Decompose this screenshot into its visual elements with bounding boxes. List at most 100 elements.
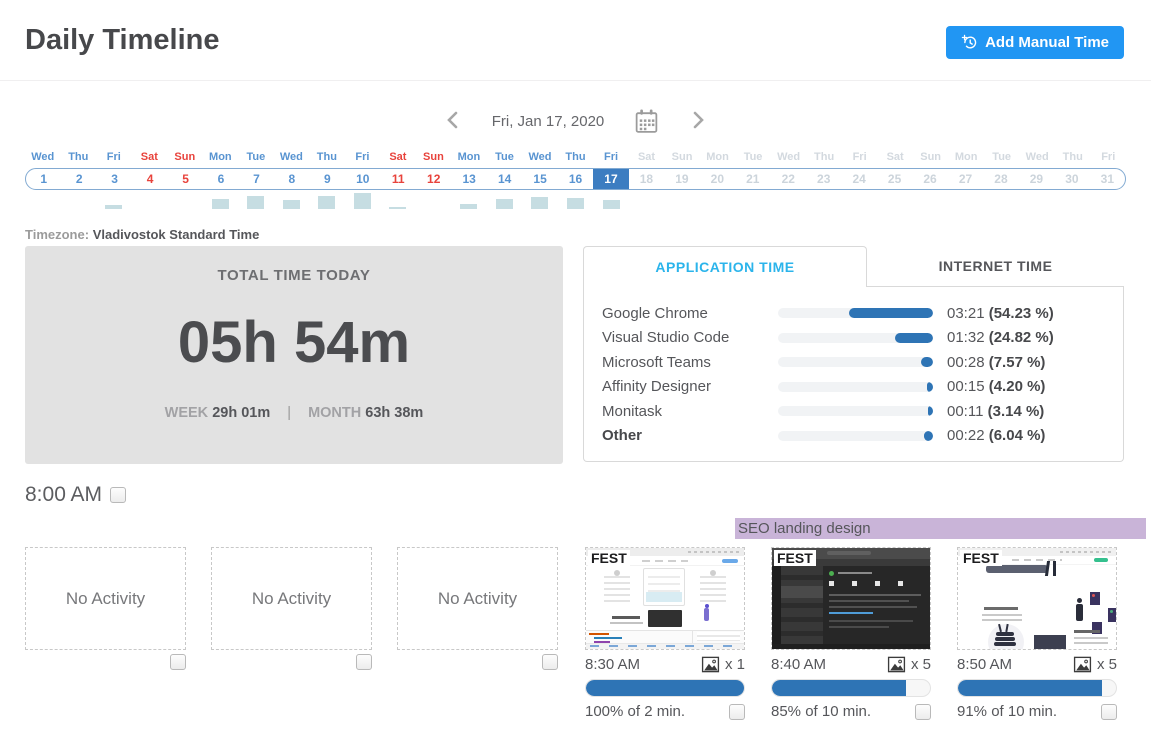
thumb-art — [1053, 561, 1056, 576]
calendar-day-14[interactable]: 14 — [487, 169, 522, 189]
calendar-day-5[interactable]: 5 — [168, 169, 203, 189]
calendar-day-17[interactable]: 17 — [593, 169, 628, 189]
calendar-day-22[interactable]: 22 — [771, 169, 806, 189]
calendar-day-1[interactable]: 1 — [26, 169, 61, 189]
tab-application-time[interactable]: APPLICATION TIME — [583, 246, 867, 287]
calendar-day-4[interactable]: 4 — [132, 169, 167, 189]
calendar-day-28[interactable]: 28 — [983, 169, 1018, 189]
calendar-day-27[interactable]: 27 — [948, 169, 983, 189]
calendar-day-2[interactable]: 2 — [61, 169, 96, 189]
week-month-summary: WEEK 29h 01m | MONTH 63h 38m — [25, 405, 563, 421]
calendar-activity-cell — [132, 191, 168, 209]
thumb-art — [1094, 558, 1108, 562]
hour-label: 8:00 AM — [25, 483, 102, 507]
app-usage-row: Google Chrome 03:21 (54.23 %) — [602, 301, 1105, 326]
thumb-art — [1074, 630, 1100, 633]
calendar-activity-bar — [212, 199, 229, 209]
calendar-activity-cell — [877, 191, 913, 209]
calendar-dow-label: Wed — [522, 151, 558, 165]
time-tabs: APPLICATION TIME INTERNET TIME — [583, 246, 1124, 287]
screenshot-count[interactable]: x 5 — [1073, 655, 1117, 674]
calendar-dow-label: Mon — [203, 151, 239, 165]
calendar-activity-cell — [700, 191, 736, 209]
calendar-day-23[interactable]: 23 — [806, 169, 841, 189]
calendar-activity-cell — [25, 191, 61, 209]
activity-progress-fill — [958, 680, 1102, 696]
calendar-day-13[interactable]: 13 — [451, 169, 486, 189]
previous-day-button[interactable] — [444, 109, 462, 134]
slot-checkbox-2[interactable] — [356, 654, 372, 670]
calendar-dow-label: Tue — [984, 151, 1020, 165]
calendar-day-20[interactable]: 20 — [700, 169, 735, 189]
screenshot-checkbox-1[interactable] — [729, 704, 745, 720]
calendar-day-9[interactable]: 9 — [310, 169, 345, 189]
calendar-day-3[interactable]: 3 — [97, 169, 132, 189]
week-value: 29h 01m — [212, 405, 270, 421]
hour-checkbox[interactable] — [110, 487, 126, 503]
calendar-day-11[interactable]: 11 — [381, 169, 416, 189]
timezone-line: Timezone: Vladivostok Standard Time — [25, 227, 259, 242]
calendar-activity-cell — [1019, 191, 1055, 209]
app-name: Microsoft Teams — [602, 354, 778, 371]
calendar-activity-cell — [238, 191, 274, 209]
calendar-day-16[interactable]: 16 — [558, 169, 593, 189]
no-activity-box: No Activity — [211, 547, 372, 650]
next-day-button[interactable] — [689, 109, 707, 134]
thumb-art — [772, 644, 930, 649]
app-usage-bar-fill — [895, 333, 933, 343]
tab-internet-time[interactable]: INTERNET TIME — [867, 246, 1124, 287]
slot-checkbox-1[interactable] — [170, 654, 186, 670]
timeline-slot: No Activity — [25, 547, 186, 670]
thumb-art — [984, 607, 1018, 610]
week-label: WEEK — [165, 405, 209, 421]
calendar-day-31[interactable]: 31 — [1090, 169, 1125, 189]
hour-row: 8:00 AM — [25, 483, 126, 507]
calendar-dow-label: Mon — [700, 151, 736, 165]
calendar-number-row: 1234567891011121314151617181920212223242… — [25, 168, 1126, 190]
total-time-value: 05h 54m — [25, 309, 563, 376]
calendar-icon[interactable] — [634, 108, 659, 135]
calendar-day-10[interactable]: 10 — [345, 169, 380, 189]
calendar-day-25[interactable]: 25 — [877, 169, 912, 189]
calendar-activity-cell — [274, 191, 310, 209]
thumb-art — [642, 560, 688, 562]
slot-checkbox-3[interactable] — [542, 654, 558, 670]
calendar-day-29[interactable]: 29 — [1019, 169, 1054, 189]
calendar-day-18[interactable]: 18 — [629, 169, 664, 189]
thumb-art — [604, 576, 630, 602]
calendar-day-12[interactable]: 12 — [416, 169, 451, 189]
calendar-activity-histogram — [25, 191, 1126, 209]
calendar-day-15[interactable]: 15 — [522, 169, 557, 189]
app-usage-bar — [778, 308, 933, 318]
screenshot-checkbox-2[interactable] — [915, 704, 931, 720]
thumb-art — [688, 551, 740, 553]
thumb-art — [829, 594, 921, 596]
calendar-day-8[interactable]: 8 — [274, 169, 309, 189]
calendar-day-21[interactable]: 21 — [735, 169, 770, 189]
screenshot-count[interactable]: x 5 — [887, 655, 931, 674]
thumb-art — [781, 586, 823, 598]
calendar-dow-label: Sat — [132, 151, 168, 165]
calendar-day-26[interactable]: 26 — [912, 169, 947, 189]
calendar-day-19[interactable]: 19 — [664, 169, 699, 189]
calendar-dow-label: Fri — [593, 151, 629, 165]
calendar-day-6[interactable]: 6 — [203, 169, 238, 189]
thumb-art — [1092, 594, 1095, 597]
app-name: Visual Studio Code — [602, 329, 778, 346]
calendar-dow-label: Sun — [416, 151, 452, 165]
app-usage-bar — [778, 333, 933, 343]
calendar-day-30[interactable]: 30 — [1054, 169, 1089, 189]
screenshot-task-tag: FEST — [588, 550, 630, 566]
screenshot-count[interactable]: x 1 — [701, 655, 745, 674]
screenshot-thumbnail[interactable]: FEST — [771, 547, 931, 650]
screenshot-thumbnail[interactable]: FEST — [585, 547, 745, 650]
screenshot-thumbnail[interactable]: FEST — [957, 547, 1117, 650]
calendar-activity-cell — [806, 191, 842, 209]
calendar-day-7[interactable]: 7 — [239, 169, 274, 189]
thumb-art — [692, 630, 744, 643]
screenshot-checkbox-3[interactable] — [1101, 704, 1117, 720]
calendar-day-24[interactable]: 24 — [841, 169, 876, 189]
calendar-activity-bar — [603, 200, 620, 209]
add-manual-time-button[interactable]: Add Manual Time — [946, 26, 1124, 59]
activity-percent-label: 100% of 2 min. — [585, 703, 685, 720]
